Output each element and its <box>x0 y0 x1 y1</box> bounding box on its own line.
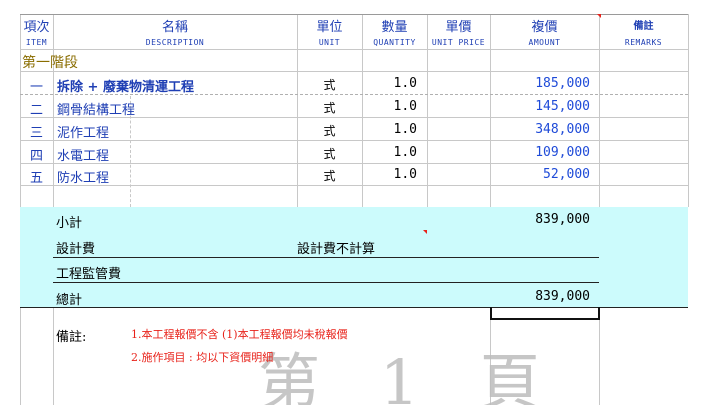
grid-line <box>53 307 54 405</box>
row-quantity: 1.0 <box>393 167 417 182</box>
row-amount: 185,000 <box>535 76 590 91</box>
page-watermark: 第 1 頁 <box>258 346 561 405</box>
grid-line <box>20 163 688 164</box>
row-name: 泥作工程 <box>57 126 110 141</box>
grid-line <box>599 320 600 405</box>
row-unit: 式 <box>323 101 336 115</box>
header-unit: 單位 <box>316 20 343 35</box>
row-item-number: 四 <box>29 149 43 164</box>
row-unit: 式 <box>323 169 336 183</box>
design-fee-label: 設計費 <box>56 242 96 257</box>
header-quantity: 數量 <box>381 20 408 35</box>
comment-marker <box>597 14 601 18</box>
row-unit: 式 <box>323 147 336 161</box>
subheader-item: ITEM <box>25 38 48 47</box>
grid-line <box>53 257 599 258</box>
header-remarks: 備註 <box>633 21 654 32</box>
row-name: 水電工程 <box>57 149 110 164</box>
grid-line <box>53 282 599 283</box>
notes-label: 備註: <box>56 330 87 345</box>
row-unit: 式 <box>323 78 336 92</box>
subheader-description: DESCRIPTION <box>145 38 205 47</box>
row-quantity: 1.0 <box>393 76 417 91</box>
row-unit: 式 <box>323 124 336 138</box>
row-amount: 348,000 <box>535 122 590 137</box>
row-quantity: 1.0 <box>393 145 417 160</box>
grid-line <box>20 14 688 15</box>
row-name: 拆除 + 廢棄物清運工程 <box>57 80 194 95</box>
subheader-unit-price: UNIT PRICE <box>431 38 486 47</box>
subheader-remarks: REMARKS <box>624 38 663 47</box>
row-amount: 109,000 <box>535 145 590 160</box>
total-label: 總計 <box>56 293 83 308</box>
row-item-number: 一 <box>29 80 43 95</box>
total-cell-border <box>490 307 600 320</box>
header-unit-price: 單價 <box>445 20 472 35</box>
row-quantity: 1.0 <box>393 99 417 114</box>
row-item-number: 三 <box>29 126 43 141</box>
grid-line <box>688 14 689 207</box>
subtotal-value: 839,000 <box>535 212 590 227</box>
header-item: 項次 <box>23 20 50 35</box>
row-name: 鋼骨結構工程 <box>57 103 136 118</box>
row-item-number: 五 <box>29 171 43 186</box>
header-amount: 複價 <box>531 20 558 35</box>
row-name: 防水工程 <box>57 171 110 186</box>
header-name: 名稱 <box>161 20 188 35</box>
supervision-fee-label: 工程監管費 <box>56 267 122 282</box>
section-title: 第一階段 <box>22 55 78 71</box>
subtotal-label: 小計 <box>56 216 83 231</box>
row-quantity: 1.0 <box>393 122 417 137</box>
row-amount: 145,000 <box>535 99 590 114</box>
note-line-2: 2.施作項目 : 均以下資價明細 <box>131 351 274 364</box>
total-value: 839,000 <box>535 289 590 304</box>
subheader-quantity: QUANTITY <box>373 38 416 47</box>
comment-marker <box>423 230 427 234</box>
grid-line <box>20 49 688 50</box>
row-item-number: 二 <box>29 103 43 118</box>
grid-line <box>20 140 688 141</box>
subheader-amount: AMOUNT <box>528 38 561 47</box>
note-line-1: 1.本工程報價不含 (1)本工程報價均未稅報價 <box>131 328 348 341</box>
row-amount: 52,000 <box>543 167 590 182</box>
subheader-unit: UNIT <box>318 38 341 47</box>
grid-line <box>20 185 688 186</box>
grid-line <box>20 71 688 72</box>
design-fee-note: 設計費不計算 <box>297 242 376 257</box>
